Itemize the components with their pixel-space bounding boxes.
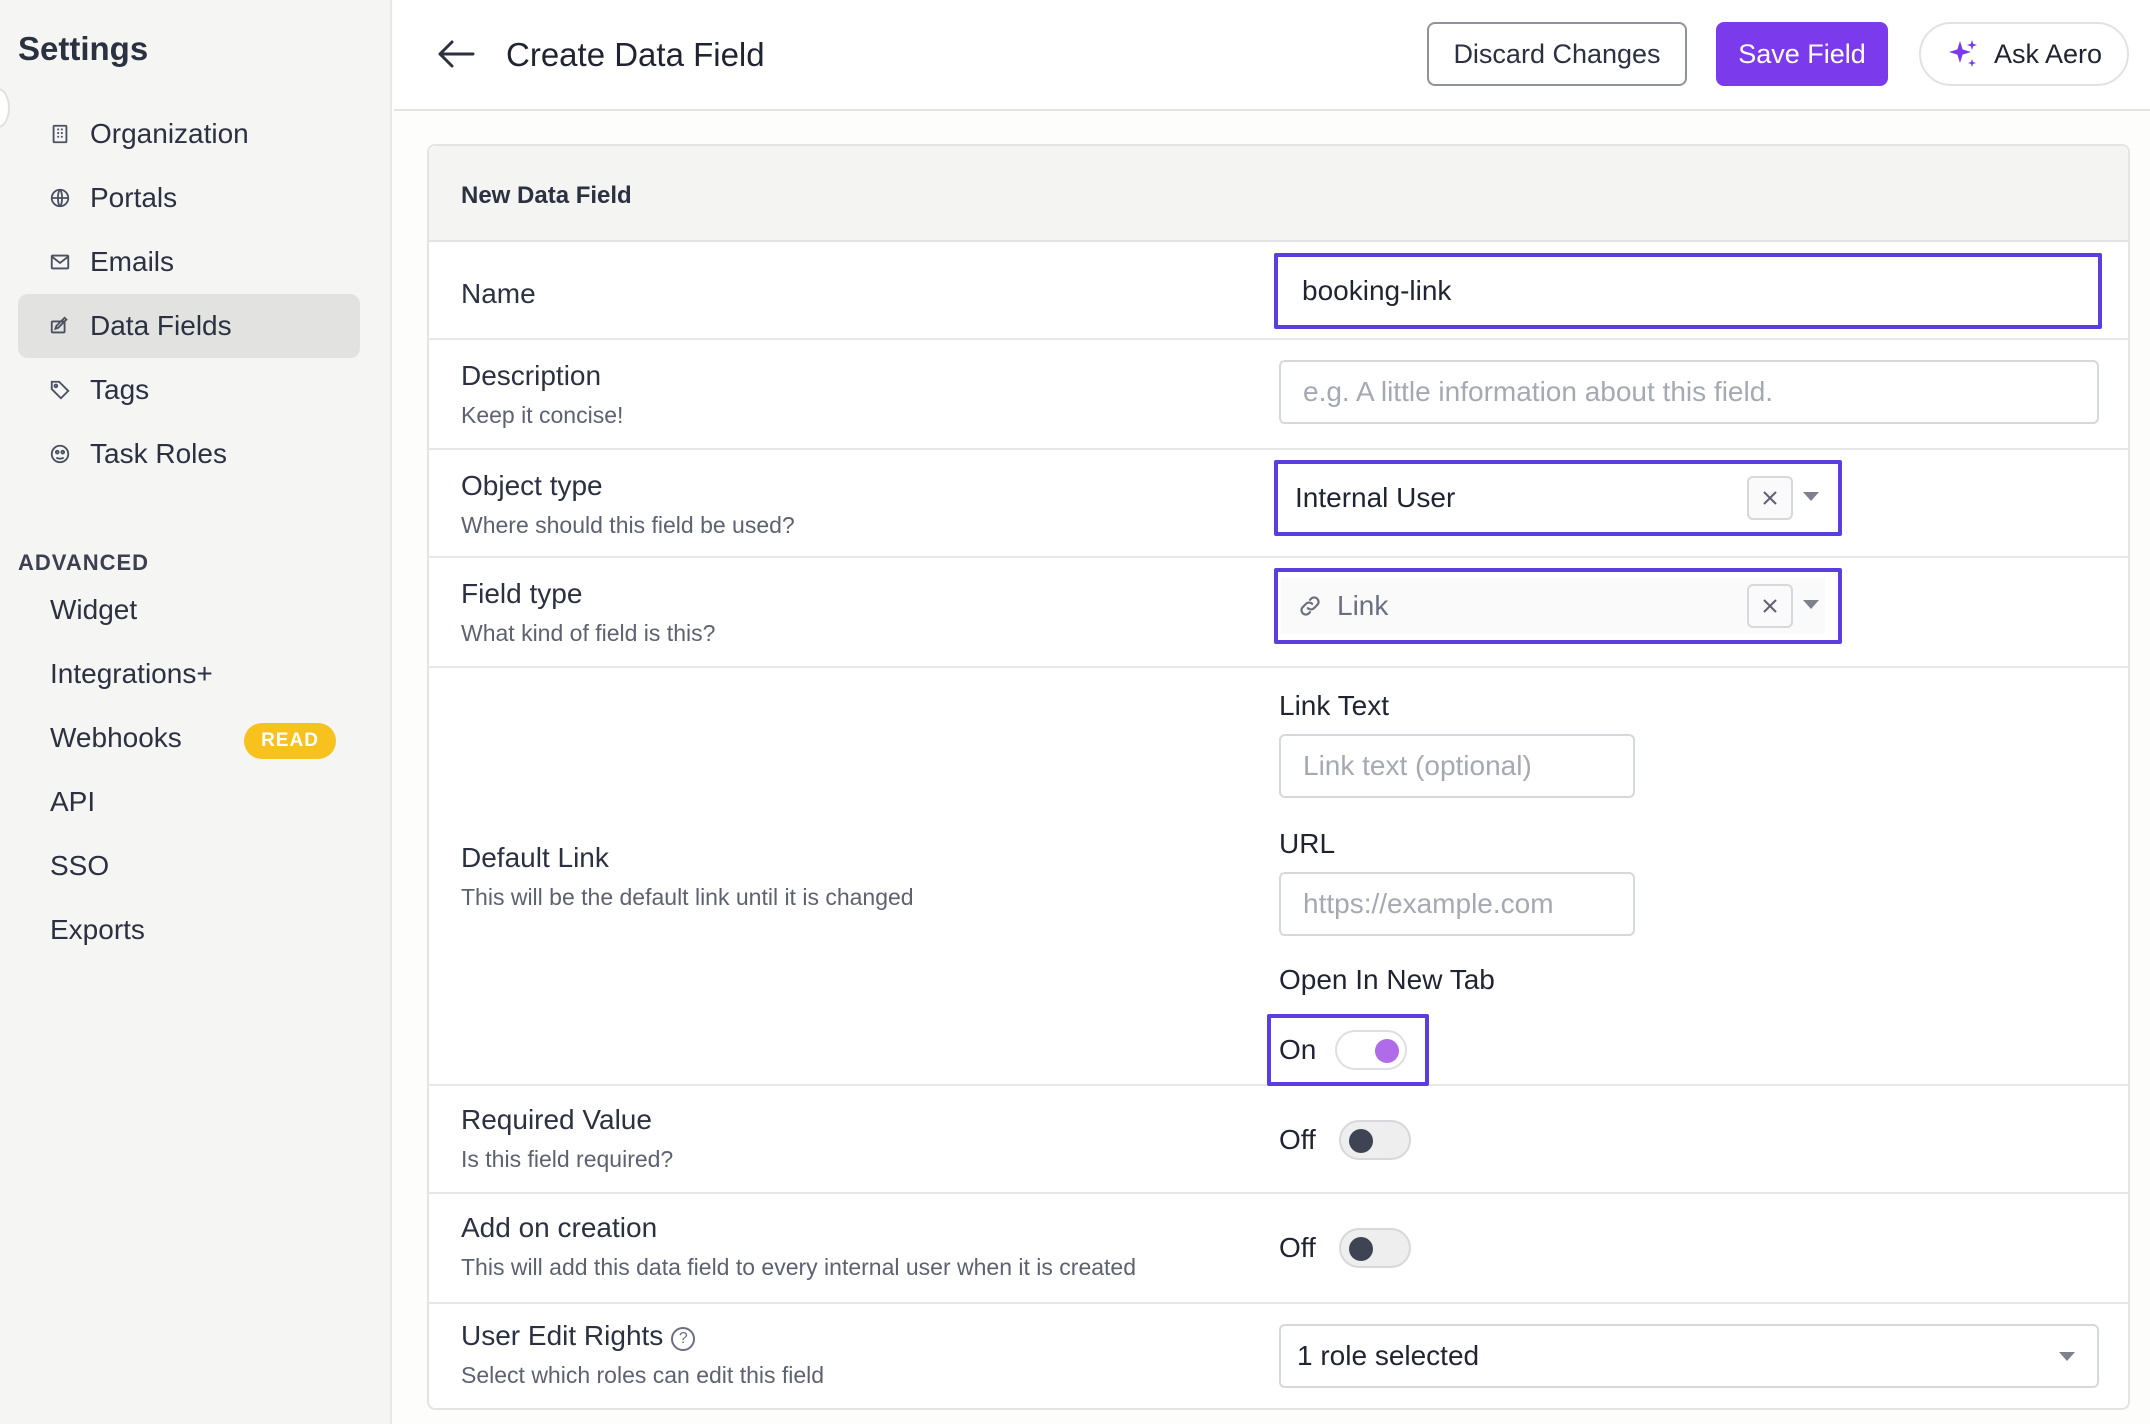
discard-changes-button[interactable]: Discard Changes [1427, 22, 1687, 86]
field-type-row: Field type What kind of field is this? L… [429, 558, 2128, 668]
card-title: New Data Field [461, 182, 632, 209]
edit-rights-sub: Select which roles can edit this field [461, 1362, 825, 1388]
sidebar-item-data-fields[interactable]: Data Fields [18, 294, 360, 358]
sidebar-item-portals[interactable]: Portals [18, 166, 360, 230]
object-type-value: Internal User [1295, 482, 1456, 513]
new-tab-state: On [1279, 1034, 1317, 1065]
sidebar-item-api[interactable]: API [50, 782, 95, 822]
required-row: Required Value Is this field required? O… [429, 1086, 2128, 1194]
sidebar-item-emails[interactable]: Emails [18, 230, 360, 294]
add-on-creation-sub: This will add this data field to every i… [461, 1254, 1136, 1280]
link-text-label: Link Text [1279, 690, 1389, 721]
edit-rights-label-text: User Edit Rights [461, 1320, 664, 1351]
name-input[interactable] [1280, 259, 2096, 323]
object-type-select[interactable]: Internal User [1281, 470, 1825, 526]
edit-rights-row: User Edit Rights? Select which roles can… [429, 1304, 2128, 1410]
settings-sidebar: Settings Organization Portals Emails Dat… [0, 0, 392, 1424]
field-type-sub: What kind of field is this? [461, 620, 716, 646]
sidebar-item-label: Task Roles [90, 438, 227, 469]
open-new-tab-label: Open In New Tab [1279, 964, 1495, 995]
sidebar-item-integrations[interactable]: Integrations+ [50, 654, 213, 694]
toggle-knob [1349, 1129, 1373, 1153]
arrow-left-icon[interactable] [434, 34, 478, 74]
ask-aero-label: Ask Aero [1993, 38, 2103, 69]
field-type-select[interactable]: Link [1281, 578, 1825, 634]
default-link-sub: This will be the default link until it i… [461, 884, 914, 910]
description-input[interactable] [1279, 360, 2099, 424]
edit-field-icon [48, 314, 72, 338]
chevron-down-icon[interactable] [1803, 492, 1819, 501]
field-type-value: Link [1337, 590, 1389, 621]
sidebar-item-sso[interactable]: SSO [50, 846, 109, 886]
sidebar-collapse-handle[interactable] [0, 88, 10, 128]
name-row: Name [429, 242, 2128, 340]
edit-rights-value: 1 role selected [1297, 1340, 1480, 1371]
object-type-sub: Where should this field be used? [461, 512, 795, 538]
mail-icon [48, 250, 72, 274]
sidebar-item-label: Emails [90, 246, 175, 277]
close-icon[interactable] [1747, 476, 1793, 520]
sidebar-item-label: Tags [90, 374, 150, 405]
sidebar-item-label: Data Fields [90, 310, 232, 341]
add-on-creation-toggle[interactable] [1339, 1228, 1411, 1268]
chevron-down-icon[interactable] [2059, 1352, 2075, 1361]
sidebar-item-organization[interactable]: Organization [18, 102, 360, 166]
default-link-label: Default Link [461, 842, 609, 873]
object-type-row: Object type Where should this field be u… [429, 450, 2128, 558]
sidebar-item-webhooks[interactable]: Webhooks [50, 718, 182, 758]
sidebar-item-widget[interactable]: Widget [50, 590, 137, 630]
edit-rights-select[interactable]: 1 role selected [1279, 1324, 2099, 1388]
url-input[interactable] [1279, 872, 1635, 936]
page-header: Create Data Field Discard Changes Save F… [394, 0, 2150, 111]
required-sub: Is this field required? [461, 1146, 674, 1172]
required-toggle[interactable] [1339, 1120, 1411, 1160]
card-header: New Data Field [429, 146, 2128, 242]
required-label: Required Value [461, 1104, 652, 1135]
required-state: Off [1279, 1124, 1316, 1155]
building-icon [48, 122, 72, 146]
sidebar-item-tags[interactable]: Tags [18, 358, 360, 422]
read-badge: READ [244, 723, 336, 759]
save-field-button[interactable]: Save Field [1716, 22, 1888, 86]
link-text-input[interactable] [1279, 734, 1635, 798]
advanced-section-label: ADVANCED [18, 550, 150, 575]
sidebar-item-label: Portals [90, 182, 178, 213]
roles-icon [48, 442, 72, 466]
field-type-label: Field type [461, 578, 583, 609]
chevron-down-icon[interactable] [1803, 600, 1819, 609]
add-on-creation-state: Off [1279, 1232, 1316, 1263]
toggle-knob [1349, 1237, 1373, 1261]
sidebar-item-label: Organization [90, 118, 249, 149]
help-icon[interactable]: ? [671, 1327, 696, 1351]
close-icon[interactable] [1747, 584, 1793, 628]
object-type-label: Object type [461, 470, 603, 501]
new-data-field-card: New Data Field Name Description Keep it … [427, 144, 2130, 1410]
open-new-tab-toggle[interactable] [1335, 1030, 1407, 1070]
description-sub: Keep it concise! [461, 402, 624, 428]
page-title: Create Data Field [506, 36, 765, 73]
sidebar-item-exports[interactable]: Exports [50, 910, 145, 950]
add-on-creation-row: Add on creation This will add this data … [429, 1194, 2128, 1304]
default-link-row: Default Link This will be the default li… [429, 668, 2128, 1086]
name-label: Name [461, 278, 536, 309]
toggle-knob [1375, 1039, 1399, 1063]
ask-aero-button[interactable]: Ask Aero [1919, 22, 2129, 86]
sparkle-icon [1948, 40, 1977, 67]
globe-icon [48, 186, 72, 210]
add-on-creation-label: Add on creation [461, 1212, 658, 1243]
description-row: Description Keep it concise! [429, 340, 2128, 450]
description-label: Description [461, 360, 602, 391]
link-icon [1297, 593, 1323, 619]
sidebar-title: Settings [18, 30, 149, 67]
sidebar-item-task-roles[interactable]: Task Roles [18, 422, 360, 486]
edit-rights-label: User Edit Rights? [461, 1320, 696, 1352]
url-label: URL [1279, 828, 1336, 859]
tag-icon [48, 378, 72, 402]
